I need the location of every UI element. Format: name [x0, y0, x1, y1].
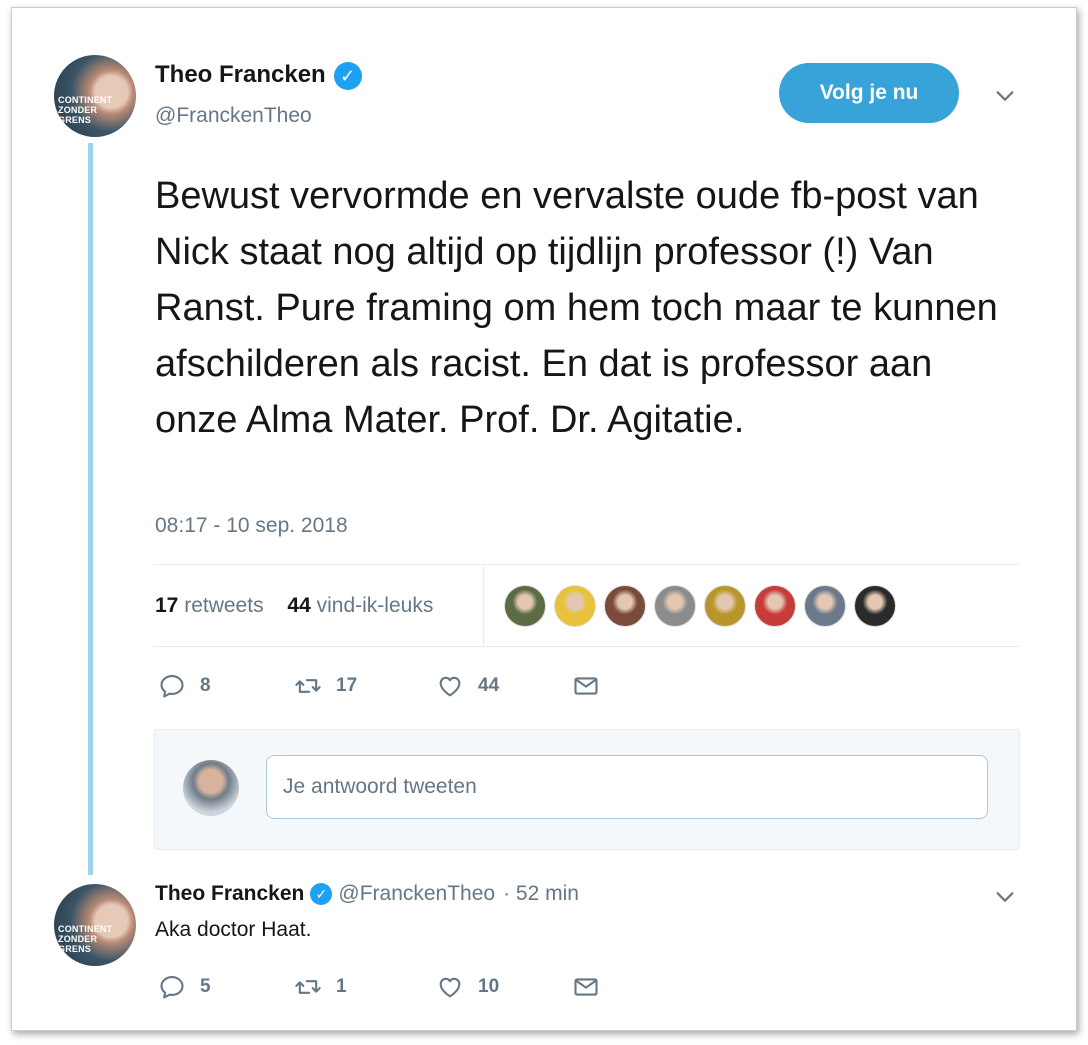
liker-avatar[interactable]	[554, 585, 596, 627]
reply-icon	[160, 675, 184, 698]
reply-button[interactable]: 5	[158, 973, 294, 1001]
liker-avatar[interactable]	[854, 585, 896, 627]
chevron-down-icon[interactable]	[990, 882, 1020, 912]
current-user-avatar	[183, 760, 239, 816]
liker-avatar[interactable]	[754, 585, 796, 627]
reply-tweet-text: Aka doctor Haat.	[155, 918, 312, 941]
reply-button[interactable]: 8	[158, 672, 294, 700]
envelope-icon	[574, 978, 598, 996]
verified-badge-icon: ✓	[310, 883, 333, 905]
tweet-text: Bewust vervormde en vervalste oude fb-po…	[155, 175, 998, 441]
retweet-count: 1	[336, 976, 347, 997]
liker-avatar[interactable]	[504, 585, 546, 627]
verified-badge-icon: ✓	[333, 61, 362, 90]
reply-input[interactable]	[266, 755, 988, 819]
tweet-stats: 17 retweets 44 vind-ik-leuks	[155, 594, 433, 618]
reply-author-handle: @FranckenTheo	[338, 882, 496, 905]
likes-stat-count: 44	[287, 594, 311, 617]
direct-message-button[interactable]	[572, 672, 614, 700]
retweet-icon	[295, 980, 321, 994]
likes-stat-label: vind-ik-leuks	[316, 594, 434, 617]
tweet-timestamp[interactable]: 08:17 - 10 sep. 2018	[155, 514, 348, 538]
author-name-text: Theo Francken	[155, 61, 326, 88]
retweets-stat-count: 17	[155, 594, 179, 617]
reply-count: 5	[200, 976, 211, 997]
liker-avatar[interactable]	[704, 585, 746, 627]
retweets-stat[interactable]: 17 retweets	[155, 594, 264, 617]
direct-message-button[interactable]	[572, 973, 614, 1001]
author-handle[interactable]: @FranckenTheo	[155, 104, 312, 128]
liker-avatars	[504, 585, 904, 627]
thread-line	[88, 143, 93, 875]
like-count: 10	[478, 976, 500, 997]
reply-author-avatar[interactable]: CONTINENT ZONDER GRENS	[54, 884, 136, 966]
likes-stat[interactable]: 44 vind-ik-leuks	[287, 594, 433, 617]
retweet-count: 17	[336, 675, 358, 696]
reply-time[interactable]: · 52 min	[503, 882, 579, 906]
reply-author-name: Theo Francken	[155, 882, 305, 905]
divider	[154, 564, 1019, 565]
avatar-overlay-text: CONTINENT ZONDER GRENS	[58, 95, 113, 125]
heart-icon	[439, 676, 461, 697]
author-name[interactable]: Theo Francken ✓	[155, 61, 362, 90]
like-button[interactable]: 10	[436, 973, 572, 1001]
retweets-stat-label: retweets	[184, 594, 264, 617]
reply-author-line[interactable]: Theo Francken ✓ @FranckenTheo · 52 min	[155, 882, 579, 906]
retweet-button[interactable]: 17	[294, 672, 436, 700]
liker-avatar[interactable]	[654, 585, 696, 627]
chevron-down-icon[interactable]	[990, 81, 1020, 111]
reply-count: 8	[200, 675, 211, 696]
retweet-icon	[295, 679, 321, 693]
envelope-icon	[574, 677, 598, 695]
liker-avatar[interactable]	[804, 585, 846, 627]
author-avatar[interactable]: CONTINENT ZONDER GRENS	[54, 55, 136, 137]
retweet-button[interactable]: 1	[294, 973, 436, 1001]
like-count: 44	[478, 675, 500, 696]
divider	[154, 646, 1019, 647]
reply-tweet-actions: 5 1 10	[158, 973, 614, 1001]
tweet-actions: 8 17 44	[158, 672, 614, 700]
liker-avatar[interactable]	[604, 585, 646, 627]
stats-divider	[483, 566, 484, 646]
reply-composer	[154, 729, 1020, 850]
heart-icon	[439, 977, 461, 998]
like-button[interactable]: 44	[436, 672, 572, 700]
avatar-overlay-text: CONTINENT ZONDER GRENS	[58, 924, 113, 954]
reply-icon	[160, 976, 184, 999]
following-button[interactable]: Volg je nu	[779, 63, 959, 123]
